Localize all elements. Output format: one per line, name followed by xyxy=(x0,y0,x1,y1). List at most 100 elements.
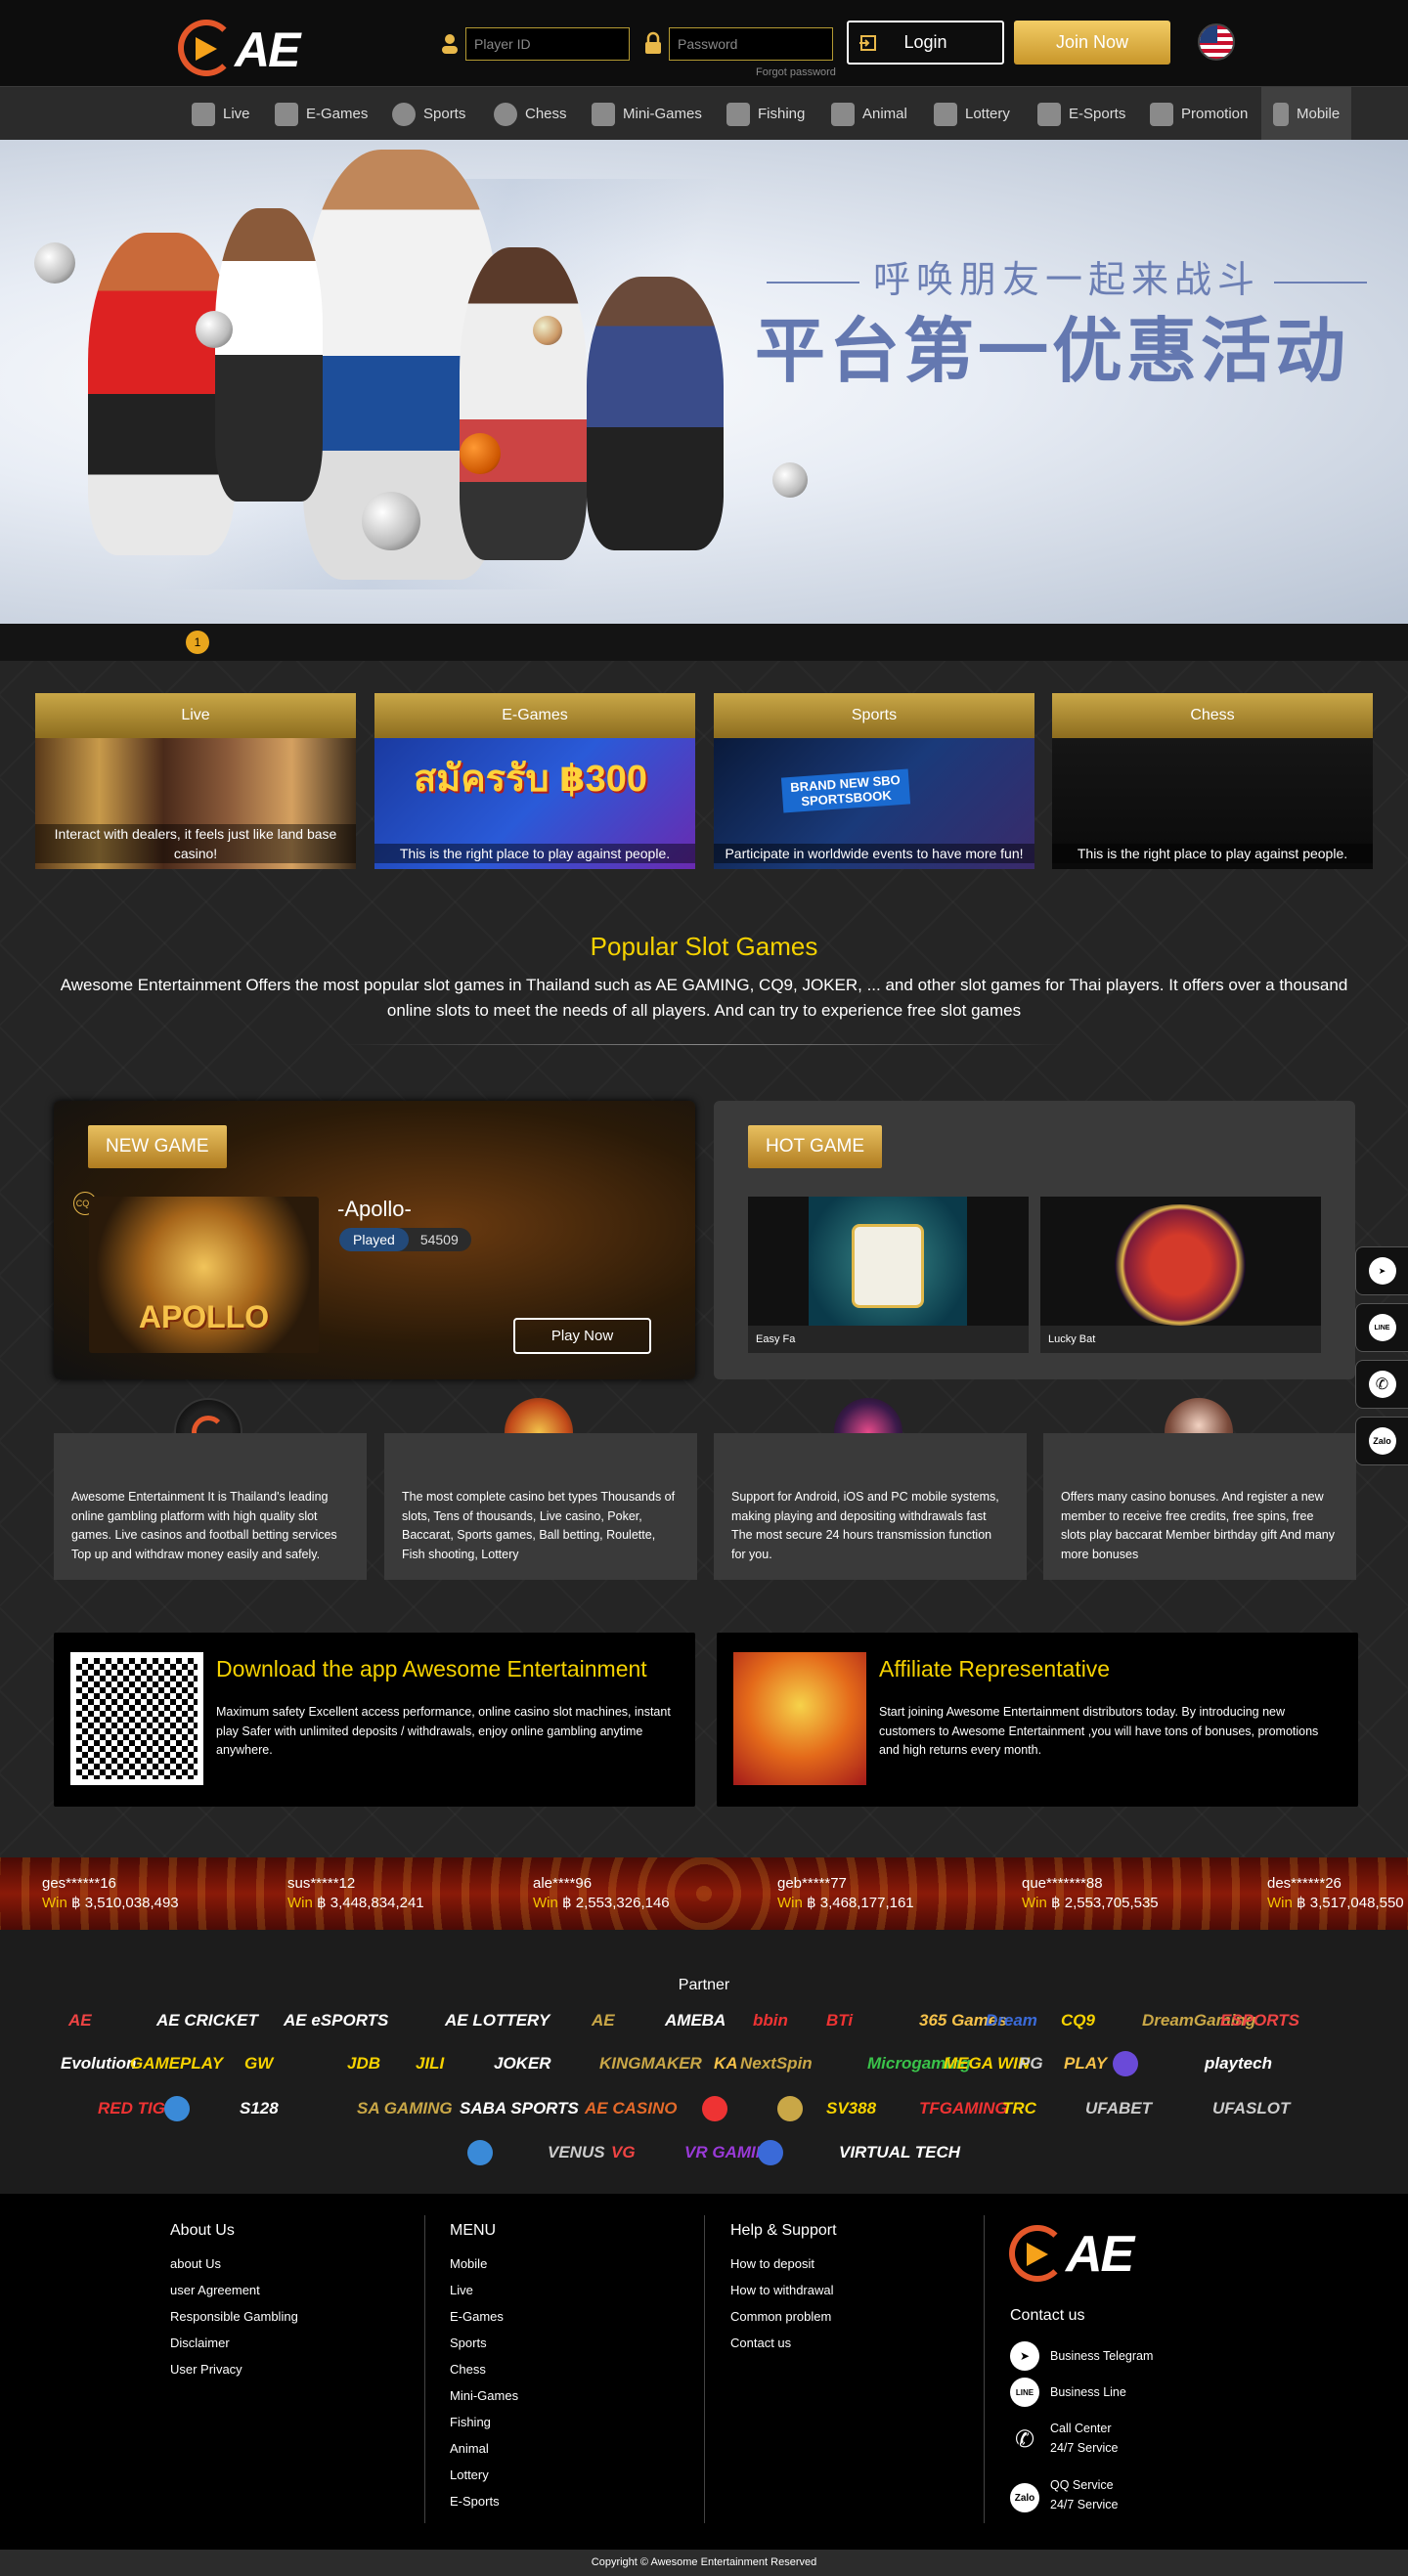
partner-logo[interactable]: UFABET xyxy=(1085,2096,1152,2121)
nav-item-animal[interactable]: Animal xyxy=(831,87,907,141)
partner-logo[interactable]: TRC xyxy=(1002,2096,1036,2121)
partner-logo[interactable]: AE xyxy=(68,2008,92,2033)
partner-logo[interactable]: JOKER xyxy=(494,2051,551,2076)
player-id-input[interactable] xyxy=(466,28,629,60)
partner-logo[interactable]: CQ9 xyxy=(1061,2008,1095,2033)
partner-logo[interactable]: UFASLOT xyxy=(1212,2096,1290,2121)
password-field[interactable] xyxy=(669,27,833,61)
side-line-button[interactable]: LINE xyxy=(1355,1303,1408,1352)
nav-item-chess[interactable]: Chess xyxy=(494,87,567,141)
nav-item-sports[interactable]: Sports xyxy=(392,87,465,141)
footer-link[interactable]: User Privacy xyxy=(170,2362,242,2377)
line-icon[interactable]: LINE xyxy=(1010,2378,1039,2407)
contact-telegram[interactable]: Business Telegram xyxy=(1050,2346,1153,2366)
partner-logo[interactable]: AE xyxy=(592,2008,615,2033)
nav-item-mini-games[interactable]: Mini-Games xyxy=(592,87,702,141)
partner-logo[interactable] xyxy=(1113,2051,1142,2076)
footer-link[interactable]: Mobile xyxy=(450,2256,487,2271)
contact-line[interactable]: Business Line xyxy=(1050,2382,1126,2402)
nav-item-fishing[interactable]: Fishing xyxy=(726,87,805,141)
telegram-icon[interactable]: ➤ xyxy=(1010,2341,1039,2371)
password-input[interactable] xyxy=(670,28,832,60)
nav-item-lottery[interactable]: Lottery xyxy=(934,87,1010,141)
partner-logo[interactable] xyxy=(467,2140,497,2165)
partner-logo[interactable] xyxy=(758,2140,787,2165)
footer-link[interactable]: E-Games xyxy=(450,2309,504,2324)
partner-logo[interactable]: VG xyxy=(611,2140,636,2165)
carousel-dot[interactable]: 1 xyxy=(186,631,209,654)
contact-call-center[interactable]: Call Center 24/7 Service xyxy=(1050,2419,1118,2458)
footer-link[interactable]: Fishing xyxy=(450,2415,491,2429)
footer-link[interactable]: Common problem xyxy=(730,2309,831,2324)
partner-logo[interactable]: ESPORTS xyxy=(1220,2008,1299,2033)
contact-qq[interactable]: QQ Service 24/7 Service xyxy=(1050,2475,1118,2514)
partner-logo[interactable]: bbin xyxy=(753,2008,788,2033)
footer-link[interactable]: Contact us xyxy=(730,2336,791,2350)
side-zalo-button[interactable]: Zalo xyxy=(1355,1417,1408,1465)
partner-logo[interactable]: SABA SPORTS xyxy=(460,2096,579,2121)
partner-logo[interactable]: AE eSPORTS xyxy=(284,2008,388,2033)
partner-logo[interactable]: JDB xyxy=(347,2051,380,2076)
join-now-button[interactable]: Join Now xyxy=(1014,21,1170,65)
footer-link[interactable]: Animal xyxy=(450,2441,489,2456)
phone-icon[interactable]: ✆ xyxy=(1010,2424,1039,2454)
partner-logo[interactable]: GW xyxy=(244,2051,273,2076)
nav-item-live[interactable]: Live xyxy=(192,87,250,141)
player-id-field[interactable] xyxy=(465,27,630,61)
download-app-panel[interactable]: Download the app Awesome Entertainment M… xyxy=(54,1633,695,1807)
nav-item-mobile[interactable]: Mobile xyxy=(1261,87,1352,141)
partner-logo[interactable] xyxy=(164,2096,194,2121)
partner-logo[interactable]: SA GAMING xyxy=(357,2096,453,2121)
partner-logo[interactable]: NextSpin xyxy=(740,2051,813,2076)
partner-logo[interactable] xyxy=(777,2096,807,2121)
partner-logo[interactable]: Dream xyxy=(986,2008,1037,2033)
nav-item-promotion[interactable]: Promotion xyxy=(1150,87,1248,141)
partner-logo[interactable]: AMEBA xyxy=(665,2008,726,2033)
partner-logo[interactable]: AE CASINO xyxy=(585,2096,677,2121)
forgot-password-link[interactable]: Forgot password xyxy=(756,66,836,78)
apollo-game-image[interactable]: APOLLO xyxy=(89,1197,319,1353)
footer-link[interactable]: about Us xyxy=(170,2256,221,2271)
hot-game-card[interactable]: Easy Fa xyxy=(748,1197,1029,1353)
footer-link[interactable]: Disclaimer xyxy=(170,2336,230,2350)
partner-logo[interactable]: PLAY xyxy=(1064,2051,1107,2076)
category-card-live[interactable]: Live Interact with dealers, it feels jus… xyxy=(35,693,356,869)
footer-link[interactable]: Chess xyxy=(450,2362,486,2377)
footer-link[interactable]: How to deposit xyxy=(730,2256,814,2271)
category-card-egames[interactable]: E-Games สมัครรับ ฿300 This is the right … xyxy=(374,693,695,869)
partner-logo[interactable]: SV388 xyxy=(826,2096,876,2121)
partner-logo[interactable]: TFGAMING xyxy=(919,2096,1008,2121)
affiliate-panel[interactable]: Affiliate Representative Start joining A… xyxy=(717,1633,1358,1807)
partner-logo[interactable]: MEGA WIN xyxy=(944,2051,1030,2076)
hot-game-card[interactable]: Lucky Bat xyxy=(1040,1197,1321,1353)
footer-link[interactable]: Sports xyxy=(450,2336,487,2350)
partner-logo[interactable]: playtech xyxy=(1205,2051,1272,2076)
partner-logo[interactable]: AE LOTTERY xyxy=(445,2008,550,2033)
play-now-button[interactable]: Play Now xyxy=(513,1318,651,1354)
category-card-chess[interactable]: Chess This is the right place to play ag… xyxy=(1052,693,1373,869)
nav-item-esports[interactable]: E-Sports xyxy=(1037,87,1125,141)
nav-item-egames[interactable]: E-Games xyxy=(275,87,368,141)
side-telegram-button[interactable]: ➤ xyxy=(1355,1246,1408,1295)
partner-logo[interactable]: KINGMAKER xyxy=(599,2051,702,2076)
partner-logo[interactable]: AE CRICKET xyxy=(156,2008,258,2033)
footer-link[interactable]: Lottery xyxy=(450,2467,489,2482)
login-button[interactable]: Login xyxy=(847,21,1004,65)
footer-link[interactable]: user Agreement xyxy=(170,2283,260,2297)
footer-link[interactable]: Mini-Games xyxy=(450,2388,518,2403)
partner-logo[interactable]: PG xyxy=(1019,2051,1043,2076)
partner-logo[interactable]: KA xyxy=(714,2051,738,2076)
partner-logo[interactable]: GAMEPLAY xyxy=(130,2051,223,2076)
footer-link[interactable]: E-Sports xyxy=(450,2494,500,2509)
partner-logo[interactable]: BTi xyxy=(826,2008,853,2033)
partner-logo[interactable] xyxy=(702,2096,731,2121)
zalo-icon[interactable]: Zalo xyxy=(1010,2483,1039,2512)
side-phone-button[interactable]: ✆ xyxy=(1355,1360,1408,1409)
partner-logo[interactable]: S128 xyxy=(240,2096,279,2121)
partner-logo[interactable]: Evolution xyxy=(61,2051,136,2076)
site-logo[interactable]: AE xyxy=(176,14,308,78)
partner-logo[interactable]: JILI xyxy=(416,2051,444,2076)
footer-link[interactable]: Responsible Gambling xyxy=(170,2309,298,2324)
qr-code[interactable] xyxy=(70,1652,203,1785)
us-flag-icon[interactable] xyxy=(1198,23,1235,61)
